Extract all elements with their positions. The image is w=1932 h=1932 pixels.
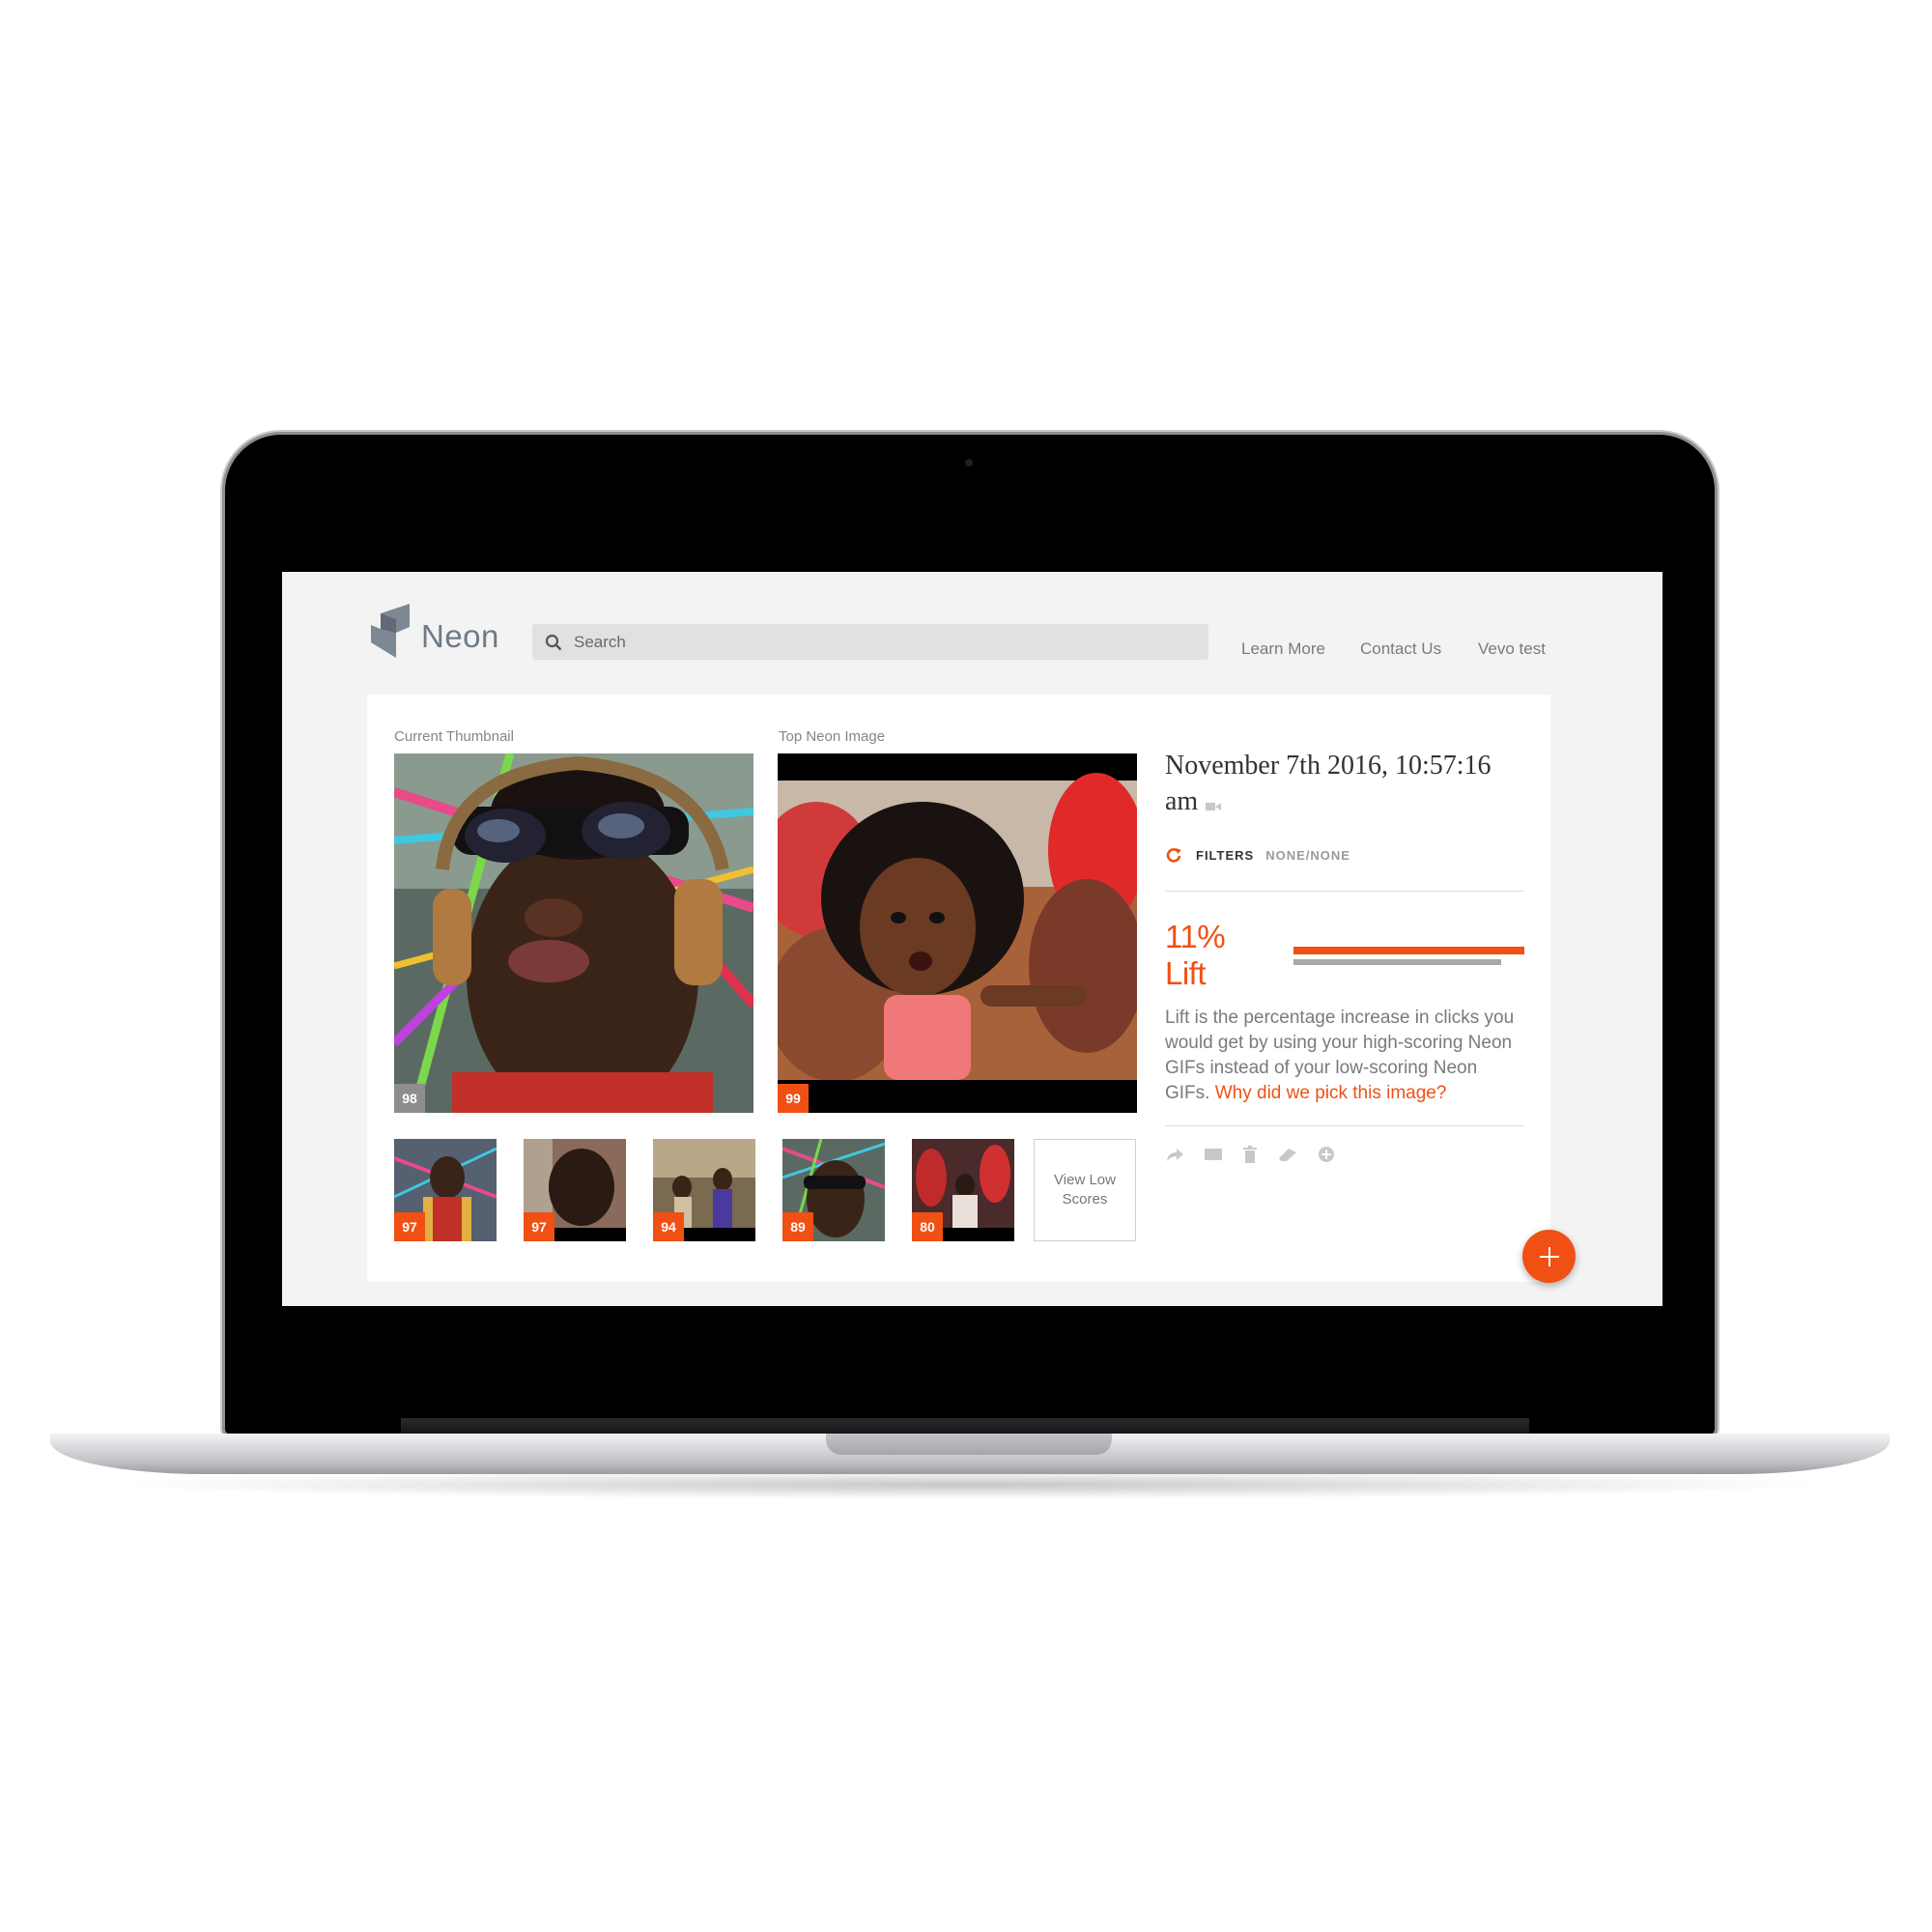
top-neon-image-picture (778, 773, 1137, 1113)
divider (1165, 1125, 1524, 1127)
refresh-icon (1166, 848, 1181, 863)
lift-row: 11% Lift (1165, 919, 1524, 992)
current-thumbnail-image (394, 753, 753, 1113)
view-low-label-line2: Scores (1062, 1191, 1108, 1208)
score-badge: 97 (394, 1212, 425, 1241)
score-badge: 80 (912, 1212, 943, 1241)
top-neon-image[interactable]: 99 (778, 753, 1137, 1113)
video-date-line2: am (1165, 786, 1199, 816)
score-badge: 98 (394, 1084, 425, 1113)
app-screen: Neon Learn More Contact Us Vevo test Cur… (282, 572, 1662, 1306)
email-icon[interactable] (1204, 1147, 1223, 1162)
current-thumbnail-label: Current Thumbnail (394, 728, 514, 745)
score-badge: 99 (778, 1084, 809, 1113)
add-fab-button[interactable] (1522, 1230, 1576, 1283)
top-image-label: Top Neon Image (779, 728, 886, 745)
thumbnail-item[interactable]: 97 (394, 1139, 497, 1241)
view-low-label-line1: View Low (1054, 1172, 1116, 1188)
action-bar (1165, 1146, 1524, 1164)
neon-logo-icon (371, 604, 410, 658)
score-badge: 94 (653, 1212, 684, 1241)
info-panel: November 7th 2016, 10:57:16 am FILTERS N… (1165, 748, 1524, 1164)
lift-bar-high (1293, 946, 1524, 954)
laptop-notch (826, 1434, 1112, 1455)
eraser-icon[interactable] (1277, 1147, 1298, 1162)
thumbnail-item[interactable]: 89 (782, 1139, 885, 1241)
score-badge: 97 (524, 1212, 554, 1241)
search-bar[interactable] (532, 624, 1208, 660)
video-card: Current Thumbnail Top Neon Image 98 99 9… (367, 695, 1550, 1282)
current-thumbnail[interactable]: 98 (394, 753, 753, 1113)
plus-icon (1539, 1246, 1559, 1266)
filters-value: NONE/NONE (1265, 847, 1350, 863)
lift-value: 11% Lift (1165, 919, 1226, 992)
thumbnail-item[interactable]: 94 (653, 1139, 755, 1241)
lift-description: Lift is the percentage increase in click… (1165, 1006, 1524, 1106)
add-circle-icon[interactable] (1318, 1146, 1335, 1163)
video-date: November 7th 2016, 10:57:16 am (1165, 748, 1524, 821)
lift-bars (1293, 946, 1524, 965)
score-badge: 89 (782, 1212, 813, 1241)
share-icon[interactable] (1165, 1147, 1184, 1162)
video-camera-icon (1206, 785, 1222, 821)
filters-label: FILTERS (1196, 847, 1255, 863)
thumbnail-item[interactable]: 80 (912, 1139, 1014, 1241)
why-picked-link[interactable]: Why did we pick this image? (1215, 1083, 1447, 1103)
logo[interactable]: Neon (367, 604, 499, 658)
filters-row[interactable]: FILTERS NONE/NONE (1165, 846, 1524, 864)
nav-contact-us[interactable]: Contact Us (1360, 639, 1441, 659)
search-input[interactable] (572, 631, 1194, 653)
logo-text: Neon (421, 618, 499, 654)
nav-learn-more[interactable]: Learn More (1241, 639, 1325, 659)
view-low-scores-button[interactable]: View Low Scores (1034, 1139, 1136, 1241)
search-icon (545, 634, 562, 650)
divider (1165, 891, 1524, 893)
trash-icon[interactable] (1242, 1146, 1258, 1164)
nav-account[interactable]: Vevo test (1478, 639, 1546, 659)
lift-bar-low (1293, 958, 1502, 965)
camera-dot (965, 459, 973, 467)
thumbnail-item[interactable]: 97 (524, 1139, 626, 1241)
video-date-line1: November 7th 2016, 10:57:16 (1165, 751, 1492, 781)
laptop-shadow (106, 1470, 1835, 1499)
